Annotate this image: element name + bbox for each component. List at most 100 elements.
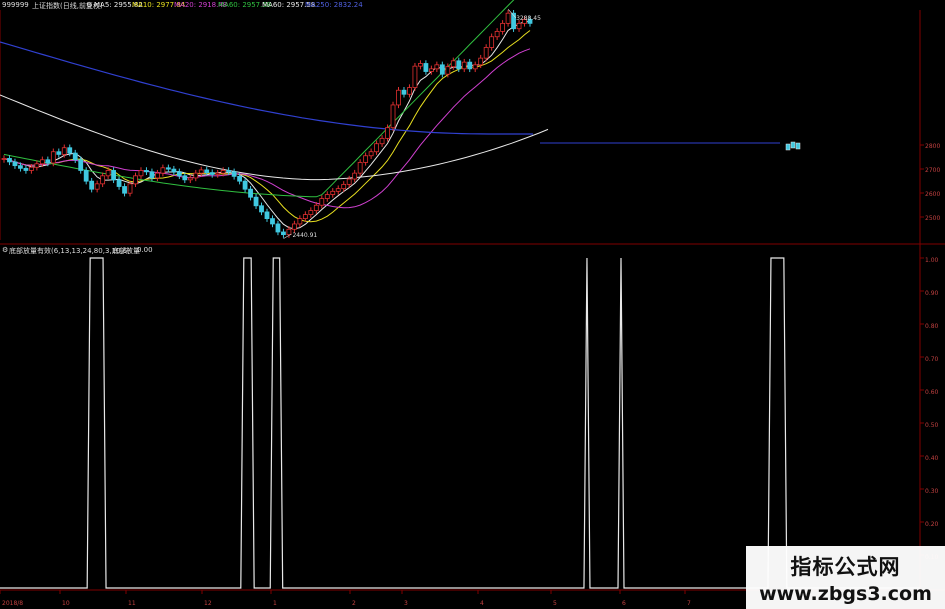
- candle-body: [352, 172, 358, 180]
- candle-body: [78, 159, 84, 171]
- candle-body: [144, 170, 149, 173]
- candle-body: [281, 231, 286, 236]
- candle-body: [341, 183, 347, 190]
- watermark: 指标公式网 www.zbgs3.com: [746, 546, 945, 609]
- candle-body: [259, 205, 264, 213]
- candle-body: [795, 142, 801, 150]
- candle-body: [346, 178, 352, 185]
- candle-body: [242, 180, 248, 190]
- candle-body: [374, 143, 379, 153]
- candle-body: [489, 36, 495, 48]
- candle-body: [198, 169, 204, 174]
- low-label: 2440.91: [292, 232, 317, 239]
- candle-body: [111, 170, 116, 181]
- ma10-line: [3, 30, 531, 223]
- candle-body: [275, 223, 281, 233]
- price-axis-label: 2500: [925, 215, 940, 222]
- signal-pulse-line: [0, 257, 920, 589]
- candle-body: [790, 141, 796, 149]
- candle-body: [193, 172, 199, 179]
- candle-body: [61, 147, 67, 155]
- candle-body: [456, 60, 462, 70]
- signal-axis-label: 1.00: [925, 257, 939, 264]
- indicator-value: 0.00: [137, 246, 153, 254]
- candle-body: [89, 180, 95, 190]
- time-axis-label: 12: [204, 600, 212, 607]
- time-axis-label: 7: [687, 600, 691, 607]
- candle-body: [494, 30, 500, 38]
- candle-body: [12, 161, 18, 167]
- candle-body: [335, 188, 341, 192]
- candle-body: [83, 170, 89, 182]
- watermark-title: 指标公式网: [790, 555, 901, 579]
- candle-body: [165, 167, 171, 170]
- candle-body: [187, 177, 193, 181]
- time-axis-label: 2018/8: [2, 600, 23, 607]
- candle-body: [7, 158, 12, 163]
- candle-body: [472, 64, 478, 70]
- candle-body: [138, 170, 144, 177]
- time-axis-label: 10: [62, 600, 70, 607]
- candle-body: [434, 64, 440, 70]
- price-axis-label: 2800: [925, 143, 940, 150]
- settings-icon[interactable]: ⚙: [86, 1, 92, 13]
- watermark-url: www.zbgs3.com: [759, 583, 932, 605]
- grid-lines: [0, 10, 945, 591]
- candle-body: [160, 167, 166, 174]
- candlesticks: [1, 10, 801, 238]
- candle-body: [390, 104, 396, 129]
- candle-body: [1, 158, 7, 160]
- candle-body: [220, 170, 226, 174]
- signal-axis-label: 0.80: [925, 323, 939, 330]
- candle-body: [176, 171, 182, 177]
- candle-body: [127, 183, 133, 194]
- signal-axis-label: 0.50: [925, 422, 939, 429]
- candle-body: [23, 167, 29, 171]
- candle-body: [401, 89, 407, 95]
- candle-body: [72, 152, 78, 161]
- candle-body: [379, 137, 385, 145]
- time-axis-label: 3: [404, 600, 408, 607]
- signal-line: [0, 257, 920, 589]
- candle-body: [67, 147, 73, 154]
- signal-axis-label: 0.20: [925, 521, 939, 528]
- time-axis-label: 2: [352, 600, 356, 607]
- candle-body: [418, 63, 423, 67]
- candle-body: [445, 66, 451, 75]
- candle-body: [50, 151, 56, 164]
- candle-body: [215, 172, 221, 175]
- signal-axis-label: 0.90: [925, 290, 939, 297]
- candle-body: [133, 175, 138, 185]
- candle-body: [412, 65, 418, 88]
- price-axis-label: 2600: [925, 191, 940, 198]
- candle-body: [478, 57, 484, 66]
- candle-body: [483, 47, 489, 59]
- price-axis-label: 2700: [925, 167, 940, 174]
- candle-body: [308, 210, 314, 215]
- signal-axis-label: 0.60: [925, 389, 939, 396]
- candle-body: [28, 166, 34, 171]
- candle-body: [253, 196, 259, 207]
- candle-body: [516, 22, 522, 30]
- candle-body: [291, 223, 297, 230]
- candle-body: [149, 171, 155, 179]
- candle-body: [396, 89, 401, 106]
- candle-body: [330, 190, 336, 195]
- candle-body: [100, 175, 106, 185]
- candle-body: [105, 170, 111, 177]
- signal-axis-label: 0.30: [925, 488, 939, 495]
- candle-body: [297, 218, 303, 225]
- candle-body: [467, 61, 473, 70]
- candle-body: [182, 175, 188, 181]
- candle-body: [428, 68, 434, 72]
- time-axis-label: 5: [553, 600, 557, 607]
- candle-body: [39, 159, 45, 165]
- candle-body: [505, 12, 511, 24]
- candle-body: [357, 162, 363, 174]
- candle-body: [226, 170, 232, 173]
- indicator-settings-icon[interactable]: ⚙: [2, 246, 8, 258]
- time-axis-label: 11: [128, 600, 136, 607]
- candle-body: [302, 214, 308, 220]
- candle-body: [385, 127, 390, 139]
- candle-body: [423, 63, 429, 72]
